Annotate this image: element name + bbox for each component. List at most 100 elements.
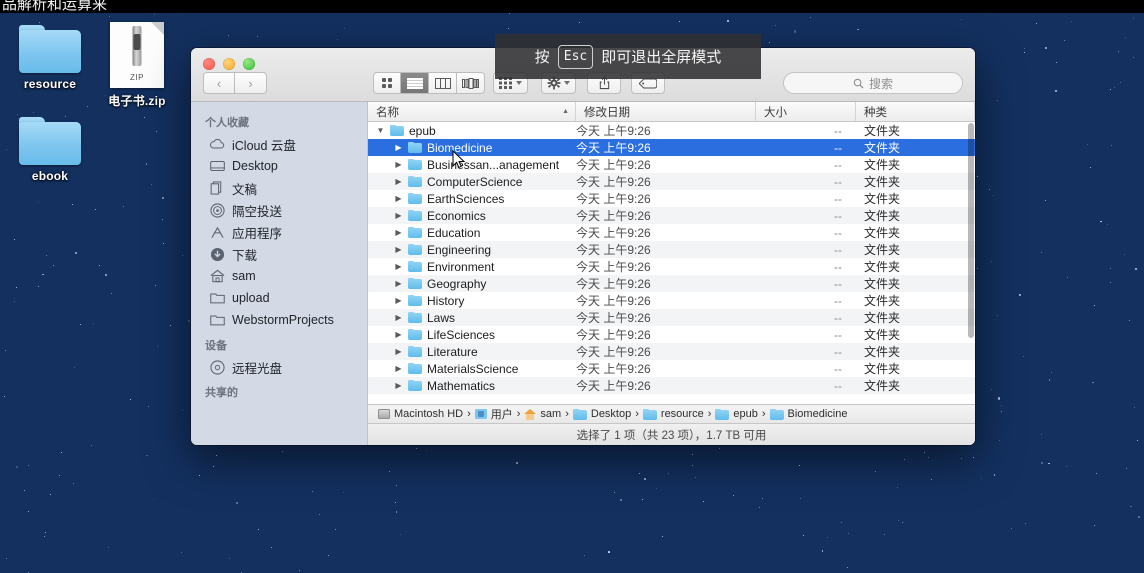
file-kind: 文件夹 (864, 379, 901, 393)
finder-sidebar[interactable]: 个人收藏 iCloud 云盘 Desktop 文稿 隔空投送 应用程序 下载 s… (191, 102, 368, 445)
sidebar-item-label: 应用程序 (232, 226, 283, 241)
file-rows[interactable]: ▼ epub 今天 上午9:26 -- 文件夹 ▶ Biomedicine 今天… (368, 122, 975, 404)
sidebar-item-webstormprojects[interactable]: WebstormProjects (191, 309, 367, 331)
table-row[interactable]: ▶ Economics 今天 上午9:26 -- 文件夹 (368, 207, 975, 224)
forward-button[interactable]: › (235, 72, 267, 94)
window-controls[interactable] (203, 58, 255, 70)
view-mode-group[interactable] (373, 72, 485, 94)
disclosure-triangle-icon[interactable]: ▶ (394, 313, 403, 322)
sidebar-item-label: sam (232, 269, 256, 283)
back-button[interactable]: ‹ (203, 72, 235, 94)
disclosure-triangle-icon[interactable]: ▶ (394, 160, 403, 169)
disclosure-triangle-icon[interactable]: ▶ (394, 330, 403, 339)
disclosure-triangle-icon[interactable]: ▶ (394, 279, 403, 288)
breadcrumb-separator-icon: › (635, 408, 639, 420)
file-date: 今天 上午9:26 (576, 379, 651, 393)
sidebar-item-home[interactable]: sam (191, 265, 367, 287)
table-row[interactable]: ▶ Biomedicine 今天 上午9:26 -- 文件夹 (368, 139, 975, 156)
table-row[interactable]: ▶ Literature 今天 上午9:26 -- 文件夹 (368, 343, 975, 360)
table-row[interactable]: ▶ Mathematics 今天 上午9:26 -- 文件夹 (368, 377, 975, 394)
table-row[interactable]: ▶ EarthSciences 今天 上午9:26 -- 文件夹 (368, 190, 975, 207)
disclosure-triangle-icon[interactable]: ▶ (394, 364, 403, 373)
folder-icon (408, 363, 422, 374)
disclosure-triangle-icon[interactable]: ▶ (394, 194, 403, 203)
table-row[interactable]: ▶ Environment 今天 上午9:26 -- 文件夹 (368, 258, 975, 275)
table-row[interactable]: ▶ ComputerScience 今天 上午9:26 -- 文件夹 (368, 173, 975, 190)
search-input[interactable]: 搜索 (783, 72, 963, 94)
desktop-icon-label: ebook (31, 169, 69, 183)
table-row[interactable]: ▼ epub 今天 上午9:26 -- 文件夹 (368, 122, 975, 139)
column-header-name[interactable]: 名称 (368, 102, 576, 121)
grid-icon (382, 78, 392, 88)
hint-suffix: 即可退出全屏模式 (601, 49, 722, 66)
fullscreen-hint-overlay: 按 Esc 即可退出全屏模式 (495, 34, 761, 79)
breadcrumb-item[interactable]: 用户 (474, 406, 513, 422)
sidebar-item-remote-disc[interactable]: 远程光盘 (191, 356, 367, 378)
sidebar-item-desktop[interactable]: Desktop (191, 155, 367, 177)
breadcrumb-item[interactable]: epub (715, 408, 758, 420)
file-size: -- (834, 157, 842, 172)
navigation-buttons[interactable]: ‹ › (203, 72, 267, 94)
desktop-icon-ebook[interactable]: ebook (2, 117, 98, 183)
close-button[interactable] (203, 58, 215, 70)
breadcrumb-item[interactable]: sam (524, 408, 561, 420)
table-row[interactable]: ▶ Engineering 今天 上午9:26 -- 文件夹 (368, 241, 975, 258)
disclosure-triangle-icon[interactable]: ▶ (394, 245, 403, 254)
breadcrumb-separator-icon: › (707, 408, 712, 420)
sidebar-item-downloads[interactable]: 下载 (191, 243, 367, 265)
column-header-date[interactable]: 修改日期 (576, 102, 756, 121)
folder-icon (408, 227, 422, 238)
folder-icon (572, 408, 587, 420)
table-row[interactable]: ▶ Businessan...anagement 今天 上午9:26 -- 文件… (368, 156, 975, 173)
disclosure-triangle-icon[interactable]: ▶ (394, 296, 403, 305)
sidebar-item-upload[interactable]: upload (191, 287, 367, 309)
minimize-button[interactable] (223, 58, 235, 70)
table-row[interactable]: ▶ Geography 今天 上午9:26 -- 文件夹 (368, 275, 975, 292)
disclosure-triangle-icon[interactable]: ▼ (376, 126, 385, 135)
sidebar-item-applications[interactable]: 应用程序 (191, 221, 367, 243)
breadcrumb-item[interactable]: resource (642, 408, 704, 420)
disclosure-triangle-icon[interactable]: ▶ (394, 381, 403, 390)
table-row[interactable]: ▶ History 今天 上午9:26 -- 文件夹 (368, 292, 975, 309)
column-header-kind[interactable]: 种类 (856, 102, 975, 121)
file-name: epub (409, 123, 436, 138)
list-view-button[interactable] (401, 72, 429, 94)
coverflow-icon (462, 77, 479, 89)
folder-icon (408, 346, 422, 357)
table-row[interactable]: ▶ Laws 今天 上午9:26 -- 文件夹 (368, 309, 975, 326)
breadcrumb-label: Biomedicine (787, 408, 848, 420)
desktop-icon-resource[interactable]: resource (2, 25, 98, 91)
table-row[interactable]: ▶ Education 今天 上午9:26 -- 文件夹 (368, 224, 975, 241)
file-name: MaterialsScience (427, 361, 519, 376)
vertical-scrollbar[interactable] (968, 123, 974, 403)
disclosure-triangle-icon[interactable]: ▶ (394, 347, 403, 356)
table-row[interactable]: ▶ MaterialsScience 今天 上午9:26 -- 文件夹 (368, 360, 975, 377)
icon-view-button[interactable] (373, 72, 401, 94)
disclosure-triangle-icon[interactable]: ▶ (394, 228, 403, 237)
sidebar-item-airdrop[interactable]: 隔空投送 (191, 199, 367, 221)
sidebar-item-documents[interactable]: 文稿 (191, 177, 367, 199)
breadcrumb-item[interactable]: Desktop (572, 408, 631, 420)
breadcrumb-item[interactable]: Biomedicine (769, 408, 848, 420)
sidebar-item-icloud[interactable]: iCloud 云盘 (191, 133, 367, 155)
sidebar-item-clipped[interactable] (191, 403, 367, 425)
coverflow-view-button[interactable] (457, 72, 485, 94)
forward-chevron-icon: › (248, 75, 253, 91)
column-header-size[interactable]: 大小 (756, 102, 856, 121)
file-size: -- (834, 361, 842, 376)
column-headers[interactable]: 名称 修改日期 大小 种类 (368, 102, 975, 122)
disclosure-triangle-icon[interactable]: ▶ (394, 211, 403, 220)
maximize-button[interactable] (243, 58, 255, 70)
finder-window[interactable]: ‹ › 搜索 个人收藏 iCloud 云盘 Desktop 文稿 隔空投送 应用… (191, 48, 975, 445)
breadcrumb[interactable]: Macintosh HD › 用户 › sam › Desktop › resource › epu… (368, 404, 975, 423)
disclosure-triangle-icon[interactable]: ▶ (394, 143, 403, 152)
breadcrumb-item[interactable]: Macintosh HD (378, 408, 463, 420)
desktop-icon-zip[interactable]: ZIP 电子书.zip (89, 22, 185, 109)
file-kind: 文件夹 (864, 311, 901, 325)
table-row[interactable]: ▶ LifeSciences 今天 上午9:26 -- 文件夹 (368, 326, 975, 343)
disclosure-triangle-icon[interactable]: ▶ (394, 262, 403, 271)
disclosure-triangle-icon[interactable]: ▶ (394, 177, 403, 186)
folder-icon (408, 329, 422, 340)
zip-archive-icon: ZIP (110, 22, 164, 88)
column-view-button[interactable] (429, 72, 457, 94)
